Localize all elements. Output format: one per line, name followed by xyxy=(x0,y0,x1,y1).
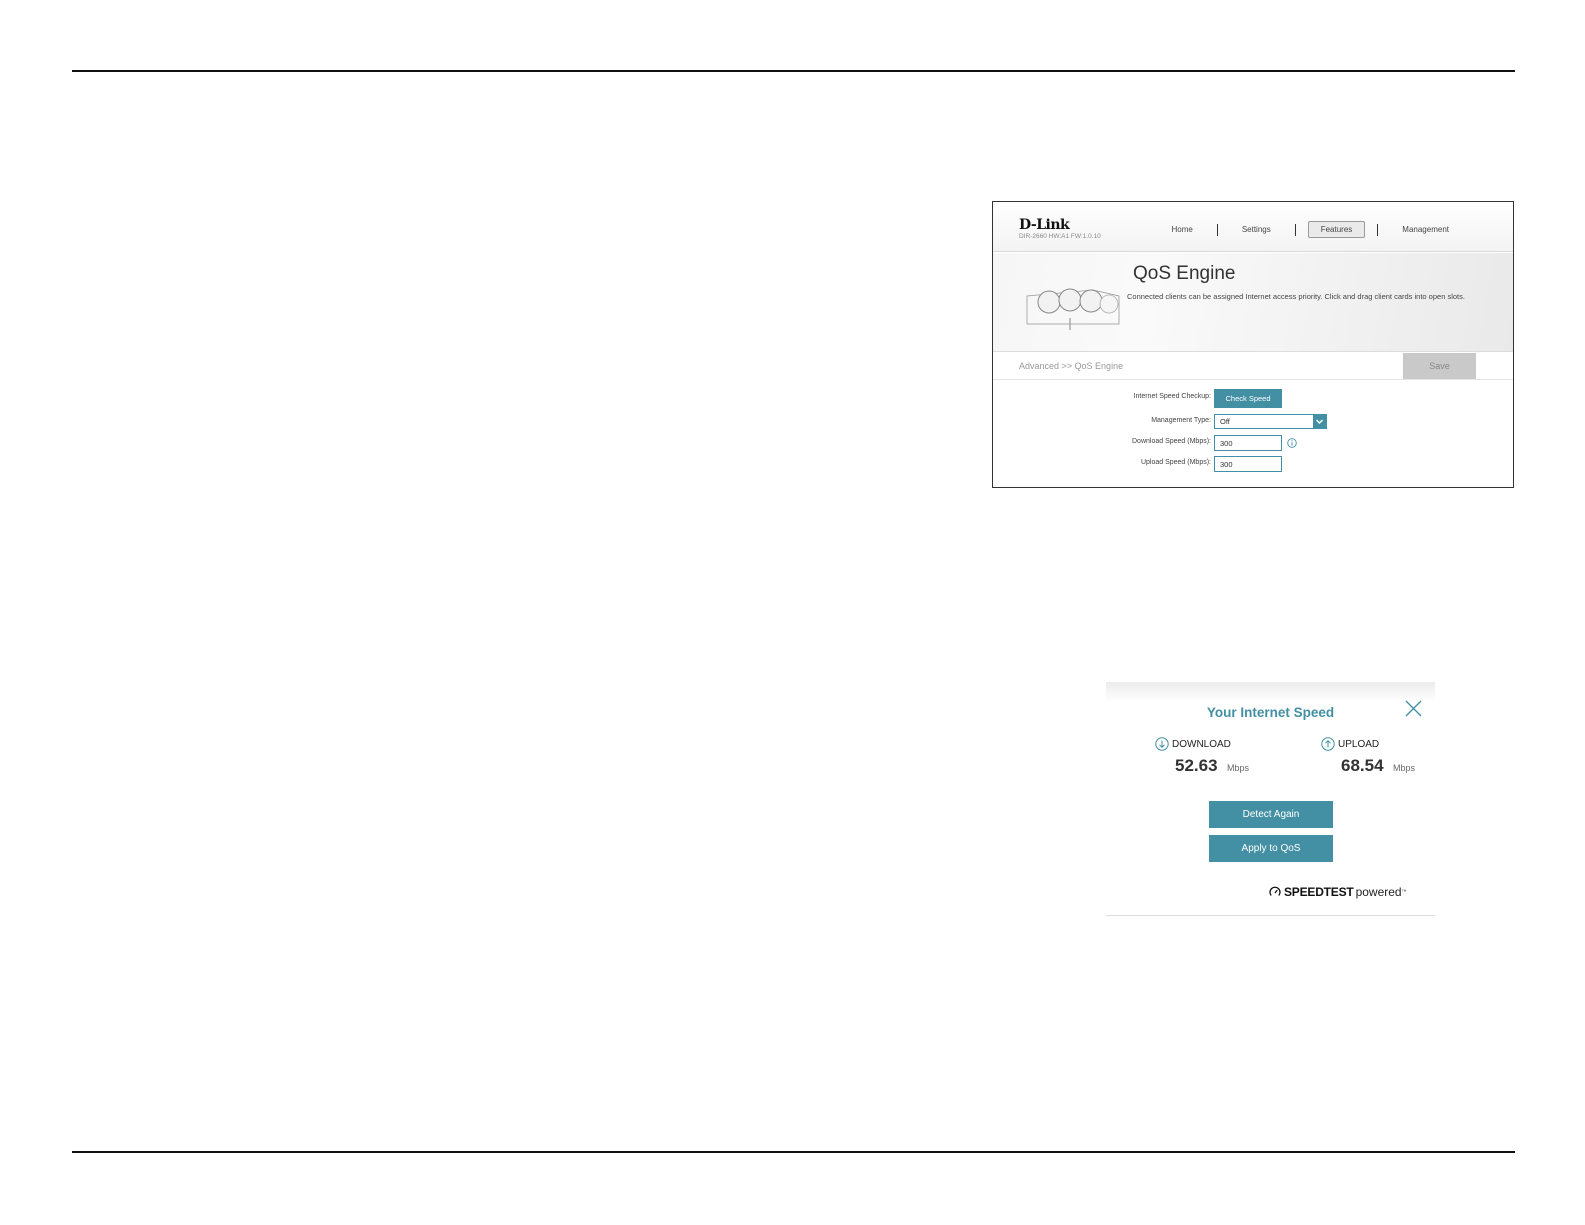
speed-checkup-row: Internet Speed Checkup: Check Speed xyxy=(993,389,1513,408)
speedtest-wordmark: SPEEDTEST xyxy=(1284,885,1354,899)
dlink-logo: D-Link xyxy=(1019,217,1070,233)
upload-unit: Mbps xyxy=(1393,763,1416,773)
qos-banner: QoS Engine Connected clients can be assi… xyxy=(993,253,1513,352)
page-title: QoS Engine xyxy=(1133,263,1236,284)
breadcrumb-bar: Advanced >> QoS Engine Save xyxy=(993,353,1513,380)
nav-settings[interactable]: Settings xyxy=(1230,223,1283,236)
close-icon[interactable] xyxy=(1404,699,1423,718)
chevron-down-icon[interactable] xyxy=(1313,415,1326,428)
speed-checkup-label: Internet Speed Checkup: xyxy=(1133,393,1211,400)
management-type-value: Off xyxy=(1220,417,1230,426)
download-unit: Mbps xyxy=(1227,763,1250,773)
management-type-row: Management Type: Off xyxy=(993,413,1513,431)
management-type-label: Management Type: xyxy=(1151,417,1211,424)
breadcrumb: Advanced >> QoS Engine xyxy=(1019,361,1124,371)
save-button[interactable]: Save xyxy=(1403,353,1476,379)
download-speed-input[interactable] xyxy=(1214,435,1282,451)
upload-speed-row: Upload Speed (Mbps): xyxy=(993,455,1513,473)
qos-illustration-icon xyxy=(1026,288,1120,330)
bottom-rule xyxy=(72,1151,1515,1153)
upload-speed-input[interactable] xyxy=(1214,456,1282,472)
management-type-select[interactable]: Off xyxy=(1214,414,1327,429)
firmware-info: DIR-2660 HW:A1 FW:1.0.10 xyxy=(1019,233,1101,240)
arrow-up-icon xyxy=(1321,737,1335,751)
main-nav: Home Settings Features Management xyxy=(1147,221,1473,238)
arrow-down-icon xyxy=(1155,737,1169,751)
download-speed-label: Download Speed (Mbps): xyxy=(1132,438,1211,445)
apply-to-qos-button[interactable]: Apply to QoS xyxy=(1209,835,1333,862)
upload-speed-label: Upload Speed (Mbps): xyxy=(1140,459,1211,466)
speedtest-powered-logo: SPEEDTEST powered ™ xyxy=(1269,885,1407,899)
nav-features[interactable]: Features xyxy=(1307,221,1366,238)
nav-separator xyxy=(1294,223,1296,236)
top-rule xyxy=(72,70,1515,72)
page-description: Connected clients can be assigned Intern… xyxy=(1127,292,1465,301)
qos-engine-screenshot: D-Link DIR-2660 HW:A1 FW:1.0.10 Home Set… xyxy=(992,201,1514,488)
speedometer-icon xyxy=(1269,886,1281,896)
speedtest-dialog: Your Internet Speed DOWNLOAD 52.63 Mbps … xyxy=(1106,682,1435,916)
nav-management[interactable]: Management xyxy=(1390,223,1461,236)
trademark-mark: ™ xyxy=(1401,889,1407,895)
download-label: DOWNLOAD xyxy=(1172,739,1231,750)
upload-label: UPLOAD xyxy=(1338,739,1380,750)
nav-separator xyxy=(1216,223,1218,236)
download-value: 52.63 xyxy=(1175,756,1218,775)
check-speed-button[interactable]: Check Speed xyxy=(1214,389,1282,408)
download-speed-row: Download Speed (Mbps): xyxy=(993,434,1513,452)
router-header: D-Link DIR-2660 HW:A1 FW:1.0.10 Home Set… xyxy=(993,202,1513,252)
powered-text: powered xyxy=(1355,885,1402,899)
nav-home[interactable]: Home xyxy=(1159,223,1204,236)
info-icon[interactable] xyxy=(1287,438,1297,448)
nav-separator xyxy=(1377,223,1379,236)
dialog-bottom-edge xyxy=(1106,915,1435,916)
detect-again-button[interactable]: Detect Again xyxy=(1209,801,1333,828)
upload-value: 68.54 xyxy=(1341,756,1384,775)
speedtest-title: Your Internet Speed xyxy=(1206,705,1335,720)
